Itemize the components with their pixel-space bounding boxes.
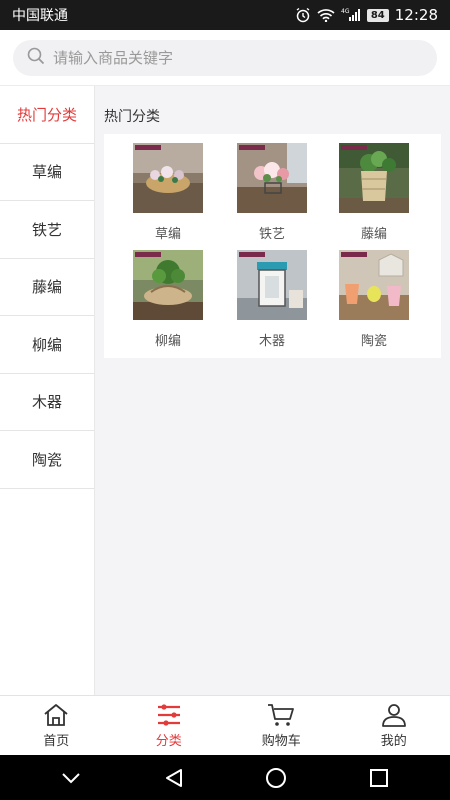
sidebar-item-wicker[interactable]: 柳编 <box>0 316 94 374</box>
category-item-iron[interactable]: 铁艺 <box>222 143 322 242</box>
cart-icon <box>268 703 295 726</box>
tab-label: 购物车 <box>261 733 301 749</box>
category-sidebar: 热门分类 草编 铁艺 藤编 柳编 木器 陶瓷 <box>0 86 95 695</box>
sidebar-item-label: 木器 <box>31 393 62 412</box>
tab-home[interactable]: 首页 <box>0 696 113 755</box>
sidebar-item-wood[interactable]: 木器 <box>0 374 94 431</box>
tab-label: 分类 <box>155 733 182 749</box>
category-label: 陶瓷 <box>360 334 387 349</box>
category-item-rattan[interactable]: 藤编 <box>324 143 424 242</box>
sidebar-item-ceramic[interactable]: 陶瓷 <box>0 431 94 489</box>
status-icons: 4G 84 12:28 <box>295 6 438 24</box>
category-label: 藤编 <box>360 227 387 242</box>
sidebar-item-hot[interactable]: 热门分类 <box>0 86 94 144</box>
sidebar-item-label: 陶瓷 <box>31 450 62 469</box>
sidebar-item-label: 藤编 <box>31 278 62 297</box>
wood-lantern-image <box>237 250 307 320</box>
category-content: 热门分类 草编 铁艺 藤编 柳编 木器 陶瓷 <box>95 86 450 695</box>
category-item-wicker[interactable]: 柳编 <box>118 250 218 349</box>
status-bar: 中国联通 4G 84 12:28 <box>0 0 450 30</box>
user-icon <box>381 703 406 727</box>
category-label: 木器 <box>258 334 285 349</box>
chevron-down-icon[interactable] <box>60 771 82 785</box>
iron-basket-image <box>237 143 307 213</box>
category-item-straw[interactable]: 草编 <box>118 143 218 242</box>
category-grid: 草编 铁艺 藤编 柳编 木器 陶瓷 <box>104 134 441 358</box>
sidebar-item-straw[interactable]: 草编 <box>0 144 94 201</box>
back-icon[interactable] <box>163 767 185 789</box>
straw-basket-image <box>133 143 203 213</box>
recents-icon[interactable] <box>368 767 390 789</box>
tab-cart[interactable]: 购物车 <box>225 696 338 755</box>
wicker-basket-image <box>133 250 203 320</box>
ceramic-cups-image <box>339 250 409 320</box>
home-icon <box>44 703 68 726</box>
category-item-wood[interactable]: 木器 <box>222 250 322 349</box>
section-title: 热门分类 <box>104 109 160 125</box>
system-nav-bar <box>0 755 450 800</box>
tab-category[interactable]: 分类 <box>113 696 226 755</box>
sidebar-item-iron[interactable]: 铁艺 <box>0 201 94 259</box>
tab-profile[interactable]: 我的 <box>338 696 450 755</box>
sidebar-item-label: 铁艺 <box>31 220 62 239</box>
sidebar-item-label: 草编 <box>31 163 62 182</box>
tab-label: 我的 <box>380 733 407 749</box>
signal-icon: 4G <box>341 8 361 22</box>
sidebar-item-label: 柳编 <box>31 335 62 354</box>
home-circle-icon[interactable] <box>265 767 287 789</box>
network-tag: 4G <box>341 8 350 15</box>
search-box[interactable] <box>13 39 437 76</box>
sidebar-item-label: 热门分类 <box>16 105 77 124</box>
sidebar-item-rattan[interactable]: 藤编 <box>0 259 94 316</box>
battery-indicator: 84 <box>366 8 389 22</box>
search-input[interactable] <box>53 48 437 67</box>
category-item-ceramic[interactable]: 陶瓷 <box>324 250 424 349</box>
search-bar <box>0 30 450 86</box>
search-icon <box>27 47 45 69</box>
category-label: 草编 <box>154 227 181 242</box>
alarm-icon <box>295 7 311 23</box>
bottom-tab-bar: 首页 分类 购物车 我的 <box>0 695 450 755</box>
category-label: 柳编 <box>154 334 181 349</box>
rattan-pot-image <box>339 143 409 213</box>
tab-label: 首页 <box>43 733 70 749</box>
carrier-name: 中国联通 <box>12 8 68 24</box>
wifi-icon <box>317 8 335 22</box>
category-icon <box>157 703 180 726</box>
category-label: 铁艺 <box>258 227 285 242</box>
clock: 12:28 <box>394 6 438 24</box>
